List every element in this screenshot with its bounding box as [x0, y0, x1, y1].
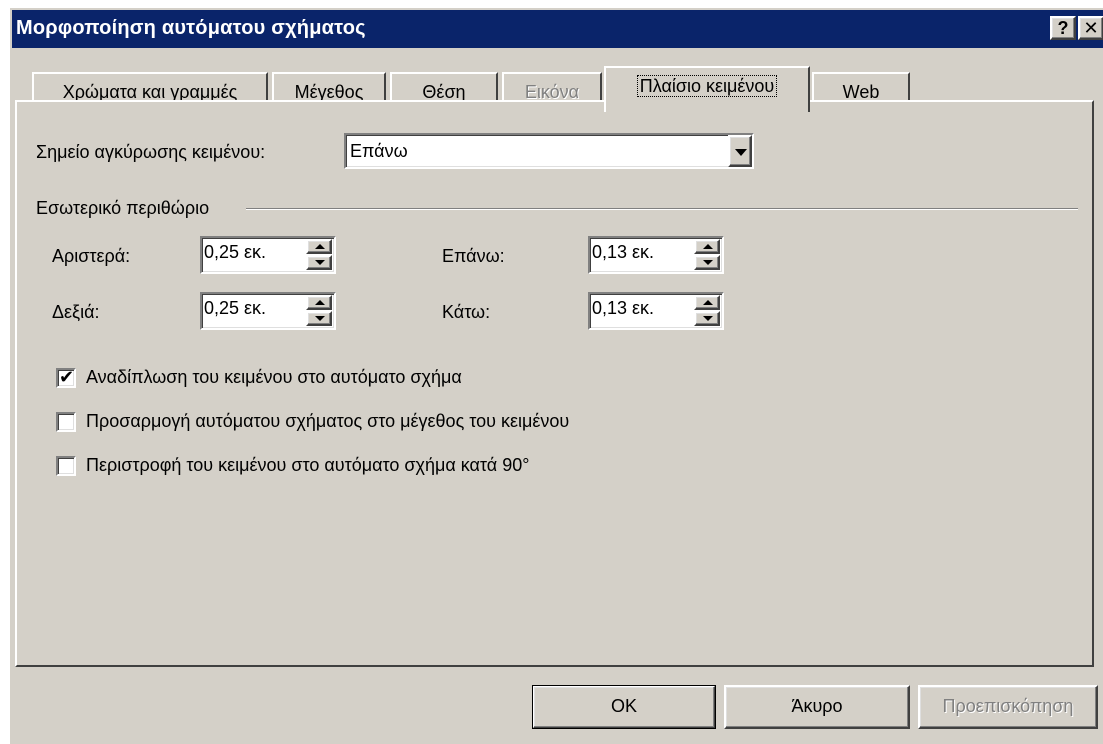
- help-button[interactable]: ?: [1050, 16, 1076, 40]
- left-margin-input[interactable]: [204, 242, 304, 263]
- decrement-button[interactable]: [694, 255, 720, 270]
- increment-button[interactable]: [694, 239, 720, 254]
- increment-button[interactable]: [306, 239, 332, 254]
- increment-button[interactable]: [694, 295, 720, 310]
- arrow-up-icon: [703, 300, 713, 305]
- right-margin-label: Δεξιά:: [52, 302, 100, 322]
- right-margin-input[interactable]: [204, 298, 304, 319]
- decrement-button[interactable]: [306, 311, 332, 326]
- anchor-label-text: Σημείο αγκύρωσης κειμένου:: [36, 142, 266, 162]
- tab-label: Πλαίσιο κειμένου: [636, 75, 778, 97]
- arrow-down-icon: [315, 316, 325, 321]
- arrow-up-icon: [315, 244, 325, 249]
- window-title: Μορφοποίηση αυτόματου σχήματος: [16, 17, 366, 39]
- decrement-button[interactable]: [694, 311, 720, 326]
- cancel-button[interactable]: Άκυρο: [724, 685, 910, 729]
- anchor-label: Σημείο αγκύρωσης κειμένου:: [36, 142, 265, 163]
- tab-label: Χρώματα και γραμμές: [62, 82, 238, 102]
- top-margin-input[interactable]: [592, 242, 692, 263]
- arrow-down-icon: [703, 260, 713, 265]
- anchor-select[interactable]: Επάνω: [344, 133, 754, 169]
- help-icon: ?: [1057, 18, 1069, 38]
- tab-text-box[interactable]: Πλαίσιο κειμένου: [604, 66, 810, 112]
- tab-label: Εικόνα: [524, 82, 580, 102]
- arrow-up-icon: [703, 244, 713, 249]
- preview-label: Προεπισκόπηση: [942, 696, 1074, 716]
- arrow-down-icon: [315, 260, 325, 265]
- chevron-down-icon: [735, 149, 747, 156]
- left-margin-label: Αριστερά:: [52, 246, 131, 266]
- wrap-text-checkbox[interactable]: ✔: [56, 367, 76, 388]
- top-margin-label: Επάνω:: [442, 246, 505, 266]
- tab-label: Μέγεθος: [294, 82, 364, 102]
- resize-autoshape-checkbox[interactable]: [56, 412, 76, 432]
- arrow-up-icon: [315, 300, 325, 305]
- bottom-margin-label: Κάτω:: [442, 302, 491, 322]
- close-button[interactable]: ✕: [1078, 16, 1103, 40]
- arrow-down-icon: [703, 316, 713, 321]
- margin-group-label: Εσωτερικό περιθώριο: [36, 198, 210, 218]
- group-divider: [246, 208, 1078, 210]
- anchor-value: Επάνω: [350, 141, 408, 161]
- cancel-label: Άκυρο: [791, 696, 843, 716]
- top-margin-spinner[interactable]: [588, 236, 724, 274]
- rotate-text-label[interactable]: Περιστροφή του κειμένου στο αυτόματο σχή…: [86, 455, 529, 476]
- preview-button[interactable]: Προεπισκόπηση: [918, 685, 1098, 729]
- increment-button[interactable]: [306, 295, 332, 310]
- ok-label: OK: [610, 696, 637, 716]
- title-bar[interactable]: Μορφοποίηση αυτόματου σχήματος ? ✕: [12, 10, 1103, 48]
- ok-button[interactable]: OK: [532, 685, 716, 729]
- tab-label: Web: [842, 82, 880, 102]
- decrement-button[interactable]: [306, 255, 332, 270]
- left-margin-spinner[interactable]: [200, 236, 336, 274]
- wrap-text-label[interactable]: Αναδίπλωση του κειμένου στο αυτόματο σχή…: [86, 367, 462, 388]
- close-icon: ✕: [1083, 18, 1099, 38]
- checkmark-icon: ✔: [59, 367, 75, 387]
- right-margin-spinner[interactable]: [200, 292, 336, 330]
- tab-label: Θέση: [422, 82, 466, 102]
- dropdown-button[interactable]: [728, 135, 752, 167]
- bottom-margin-spinner[interactable]: [588, 292, 724, 330]
- rotate-text-checkbox[interactable]: [56, 456, 76, 476]
- bottom-margin-input[interactable]: [592, 298, 692, 319]
- resize-autoshape-label[interactable]: Προσαρμογή αυτόματου σχήματος στο μέγεθο…: [86, 411, 569, 432]
